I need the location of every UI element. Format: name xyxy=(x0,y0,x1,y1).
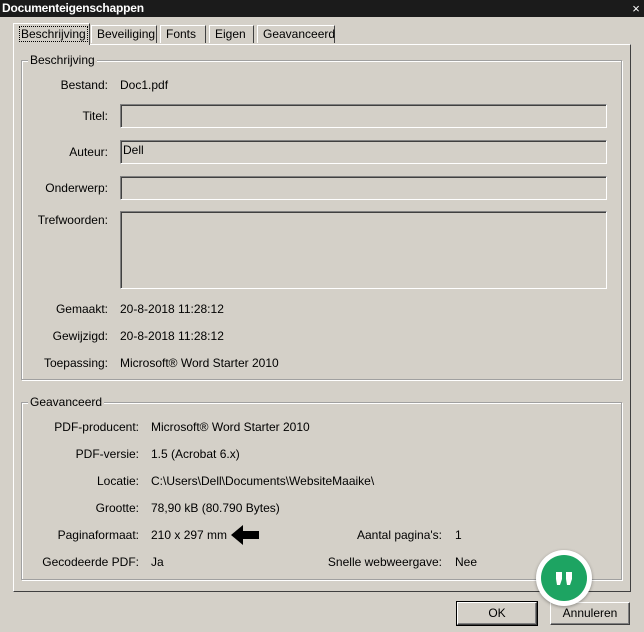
titel-label: Titel: xyxy=(82,109,108,123)
group-legend: Beschrijving xyxy=(28,53,97,67)
tab-beveiliging[interactable]: Beveiliging xyxy=(91,25,157,43)
onderwerp-field[interactable] xyxy=(120,176,607,200)
gemaakt-label: Gemaakt: xyxy=(55,302,108,316)
trefwoorden-field[interactable] xyxy=(120,211,607,289)
page-count-value: 1 xyxy=(455,528,462,542)
tab-label: Fonts xyxy=(166,27,197,41)
fast-web-view-label: Snelle webweergave: xyxy=(327,555,442,569)
trefwoorden-label: Trefwoorden: xyxy=(37,213,108,227)
bestand-value: Doc1.pdf xyxy=(120,78,169,92)
tab-eigen[interactable]: Eigen xyxy=(209,25,254,43)
tab-beschrijving[interactable]: Beschrijving xyxy=(13,23,90,45)
pdf-producer-value: Microsoft® Word Starter 2010 xyxy=(151,420,310,434)
gemaakt-value: 20-8-2018 11:28:12 xyxy=(120,302,224,316)
titel-field[interactable] xyxy=(120,104,607,128)
auteur-field[interactable]: Dell xyxy=(120,140,607,164)
pdf-producer-label: PDF-producent: xyxy=(54,420,139,434)
tab-geavanceerd[interactable]: Geavanceerd xyxy=(257,25,335,43)
bestand-label: Bestand: xyxy=(60,78,108,92)
tab-label: Eigen xyxy=(215,27,246,41)
pointing-arrow-icon xyxy=(231,525,259,545)
size-label: Grootte: xyxy=(95,501,139,515)
quote-bubble-inner xyxy=(541,555,587,601)
tab-label: Geavanceerd xyxy=(263,27,336,41)
page-size-value: 210 x 297 mm xyxy=(151,528,228,542)
ok-button[interactable]: OK xyxy=(456,601,538,626)
toepassing-value: Microsoft® Word Starter 2010 xyxy=(120,356,279,370)
window-title: Documenteigenschappen xyxy=(2,1,144,15)
fast-web-view-value: Nee xyxy=(455,555,478,569)
location-label: Locatie: xyxy=(96,474,139,488)
location-value: C:\Users\Dell\Documents\WebsiteMaaike\ xyxy=(151,474,375,488)
gewijzigd-label: Gewijzigd: xyxy=(52,329,108,343)
auteur-label: Auteur: xyxy=(69,145,108,159)
tagged-pdf-value: Ja xyxy=(151,555,164,569)
page-size-label: Paginaformaat: xyxy=(57,528,139,542)
tagged-pdf-label: Gecodeerde PDF: xyxy=(42,555,139,569)
tab-label: Beveiliging xyxy=(97,27,156,41)
tab-label: Beschrijving xyxy=(19,26,88,42)
document-properties-dialog: Documenteigenschappen × Beschrijving Bev… xyxy=(0,0,644,632)
onderwerp-label: Onderwerp: xyxy=(45,181,108,195)
gewijzigd-value: 20-8-2018 11:28:12 xyxy=(120,329,224,343)
title-bar: Documenteigenschappen × xyxy=(0,0,644,17)
pdf-version-value: 1.5 (Acrobat 6.x) xyxy=(151,447,240,461)
pdf-version-label: PDF-versie: xyxy=(75,447,139,461)
toepassing-label: Toepassing: xyxy=(43,356,108,370)
close-icon[interactable]: × xyxy=(628,0,644,17)
quote-marks-icon xyxy=(556,572,572,585)
quote-bubble-icon[interactable] xyxy=(536,550,592,606)
tab-fonts[interactable]: Fonts xyxy=(160,25,206,43)
page-count-label: Aantal pagina's: xyxy=(356,528,442,542)
group-legend: Geavanceerd xyxy=(28,395,105,409)
size-value: 78,90 kB (80.790 Bytes) xyxy=(151,501,280,515)
